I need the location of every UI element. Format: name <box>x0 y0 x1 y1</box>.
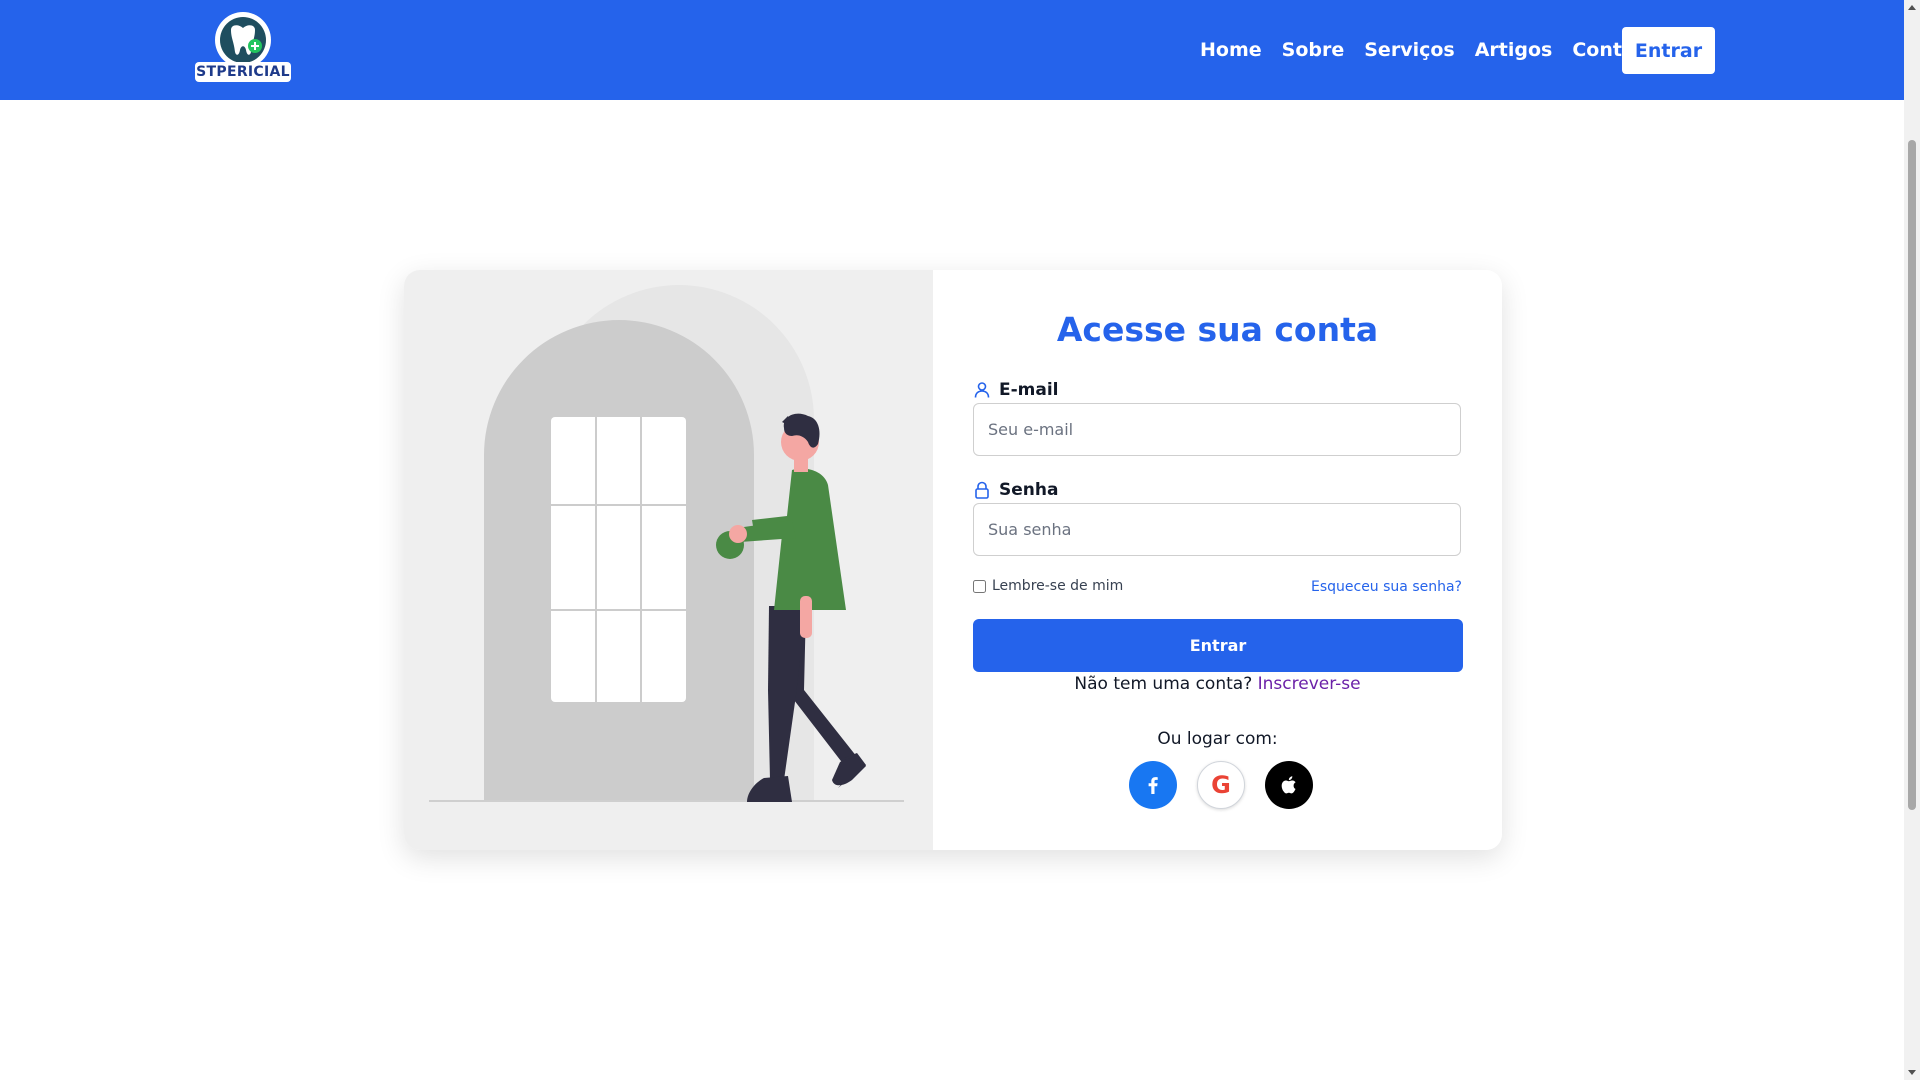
page-scrollbar[interactable] <box>1904 0 1920 1080</box>
nav-servicos[interactable]: Serviços <box>1364 39 1454 61</box>
remember-label: Lembre-se de mim <box>992 578 1124 594</box>
email-input[interactable] <box>973 403 1461 456</box>
password-input[interactable] <box>973 503 1461 556</box>
signup-link[interactable]: Inscrever-se <box>1258 674 1361 694</box>
login-illustration <box>404 270 933 850</box>
google-icon: G <box>1211 771 1231 799</box>
google-login-button[interactable]: G <box>1197 761 1245 809</box>
email-label: E-mail <box>973 380 1059 400</box>
form-title: Acesse sua conta <box>1056 310 1379 349</box>
scroll-up-icon[interactable] <box>1908 5 1916 10</box>
login-submit-button[interactable]: Entrar <box>973 619 1463 672</box>
remember-me[interactable]: Lembre-se de mim <box>973 578 1123 594</box>
lock-icon <box>975 481 989 499</box>
scroll-down-icon[interactable] <box>1908 1070 1916 1075</box>
social-prompt: Ou logar com: <box>1157 729 1278 749</box>
nav-artigos[interactable]: Artigos <box>1475 39 1553 61</box>
password-label-text: Senha <box>999 480 1059 500</box>
email-label-text: E-mail <box>999 380 1059 400</box>
remember-checkbox[interactable] <box>973 579 986 593</box>
top-navbar: STPERICIAL Home Sobre Serviços Artigos C… <box>0 0 1904 100</box>
password-label: Senha <box>973 480 1058 500</box>
user-icon <box>974 382 990 398</box>
signup-prompt-text: Não tem uma conta? <box>1074 674 1253 694</box>
nav-home[interactable]: Home <box>1200 39 1262 61</box>
nav-login-button[interactable]: Entrar <box>1622 27 1715 74</box>
main-nav: Home Sobre Serviços Artigos Contato <box>1200 0 1657 100</box>
login-form: Acesse sua conta E-mail Senha Lembre-se … <box>933 270 1502 850</box>
nav-sobre[interactable]: Sobre <box>1282 39 1345 61</box>
login-card: Acesse sua conta E-mail Senha Lembre-se … <box>404 270 1502 850</box>
forgot-password-link[interactable]: Esqueceu sua senha? <box>1311 579 1462 595</box>
apple-login-button[interactable] <box>1265 761 1313 809</box>
door-person-illustration <box>429 285 904 802</box>
facebook-icon <box>1148 777 1158 794</box>
tooth-logo-icon <box>215 12 271 68</box>
brand-name: STPERICIAL <box>195 62 291 82</box>
scroll-thumb[interactable] <box>1908 140 1916 810</box>
apple-icon <box>1281 776 1296 794</box>
brand-logo[interactable]: STPERICIAL <box>195 10 291 84</box>
facebook-login-button[interactable] <box>1129 761 1177 809</box>
signup-prompt: Não tem uma conta? Inscrever-se <box>933 674 1502 694</box>
